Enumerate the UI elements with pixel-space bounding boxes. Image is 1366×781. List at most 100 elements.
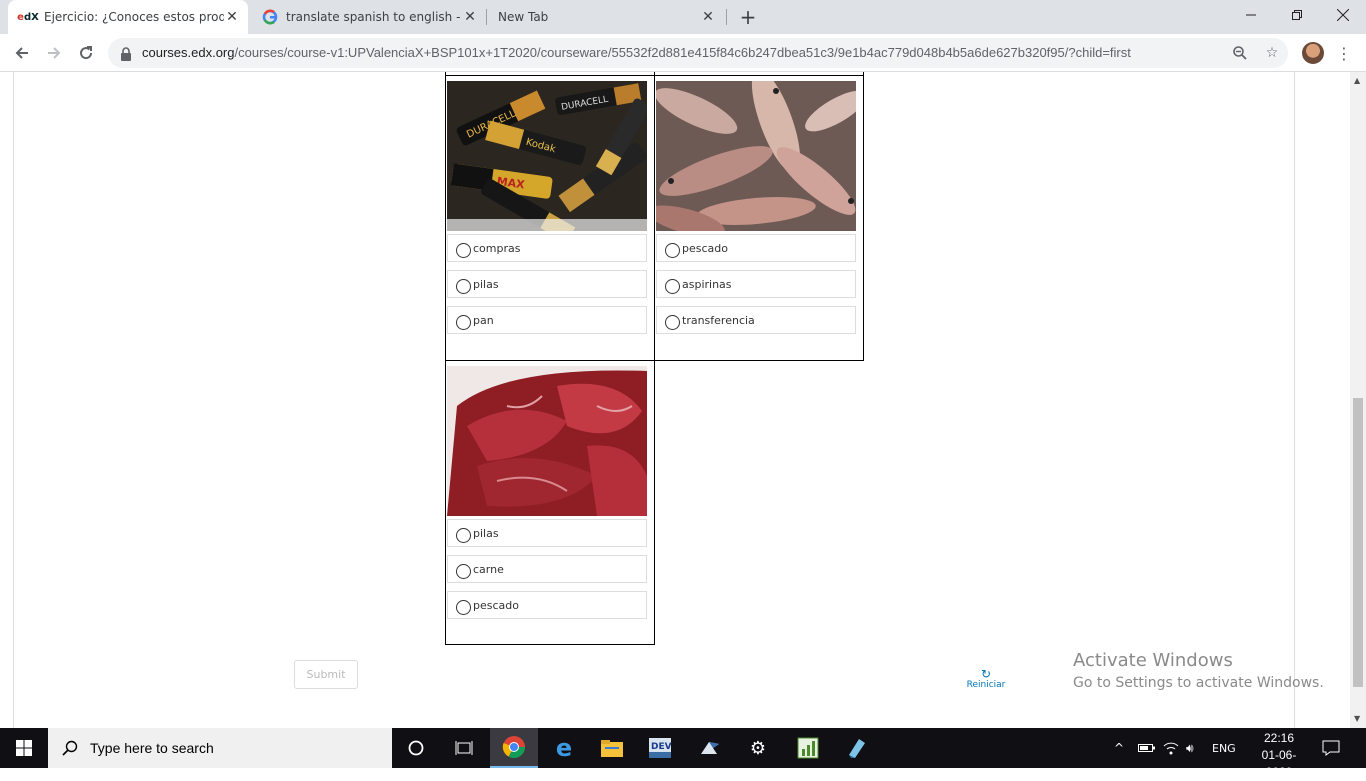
vertical-scrollbar[interactable]: ▲ ▼ xyxy=(1350,72,1366,728)
tab-separator xyxy=(726,9,727,25)
radio-button[interactable] xyxy=(456,278,471,294)
fish-image xyxy=(647,72,867,237)
content-border xyxy=(13,72,14,728)
notepad-app-icon[interactable] xyxy=(832,728,880,768)
windows-start-icon[interactable] xyxy=(0,728,48,768)
option-pilas[interactable]: pilas xyxy=(447,270,647,298)
taskbar-clock[interactable]: 22:16 01-06-2020 xyxy=(1252,730,1306,781)
radio-button[interactable] xyxy=(665,314,680,330)
option-compras[interactable]: compras xyxy=(447,234,647,262)
url-path: /courses/course-v1:UPValenciaX+BSP101x+1… xyxy=(234,45,1131,60)
wifi-icon[interactable] xyxy=(1163,728,1179,768)
settings-gear-icon[interactable]: ⚙ xyxy=(734,728,782,768)
more-menu-icon[interactable]: ⋮ xyxy=(1336,42,1352,64)
browser-toolbar: courses.edx.org/courses/course-v1:UPVale… xyxy=(0,34,1366,72)
option-label: pilas xyxy=(473,277,499,291)
reload-icon[interactable] xyxy=(72,39,100,67)
svg-text:DEV: DEV xyxy=(651,742,672,752)
profile-avatar[interactable] xyxy=(1302,42,1324,64)
quiz-item-fish: pescado aspirinas transferencia xyxy=(647,72,867,361)
option-label: pescado xyxy=(682,241,728,255)
search-placeholder: Type here to search xyxy=(90,740,214,756)
restore-icon[interactable] xyxy=(1274,0,1320,30)
quiz-item-batteries: DURACELL Kodak DURACELL MAX compras pila… xyxy=(445,75,655,361)
edx-icon: e dX xyxy=(17,11,39,23)
content-border xyxy=(1294,72,1295,728)
forward-arrow-icon[interactable] xyxy=(40,39,68,67)
cortana-icon[interactable] xyxy=(392,728,440,768)
close-icon[interactable]: ✕ xyxy=(700,9,716,25)
app-bird-icon[interactable] xyxy=(686,728,734,768)
option-pilas[interactable]: pilas xyxy=(447,519,647,547)
meat-image xyxy=(447,366,647,516)
minimize-icon[interactable] xyxy=(1228,0,1274,30)
address-bar[interactable]: courses.edx.org/courses/course-v1:UPVale… xyxy=(108,38,1288,68)
tab-edx-exercise[interactable]: edX Ejercicio: ¿Conoces estos product ✕ xyxy=(8,0,248,34)
radio-button[interactable] xyxy=(456,314,471,330)
google-icon xyxy=(262,9,278,25)
reset-label: Reiniciar xyxy=(966,680,1006,690)
language-indicator[interactable]: ENG xyxy=(1212,728,1236,768)
watermark-subtitle: Go to Settings to activate Windows. xyxy=(1073,675,1324,691)
option-label: aspirinas xyxy=(682,277,732,291)
clock-time: 22:16 xyxy=(1263,731,1295,745)
refresh-icon: ↻ xyxy=(980,667,992,681)
chart-app-icon[interactable] xyxy=(784,728,832,768)
taskbar-search[interactable]: Type here to search xyxy=(48,728,392,768)
close-icon[interactable]: ✕ xyxy=(224,9,240,25)
option-carne[interactable]: carne xyxy=(447,555,647,583)
tab-strip: edX Ejercicio: ¿Conoces estos product ✕ … xyxy=(0,0,1366,34)
lock-icon xyxy=(120,46,132,61)
volume-icon[interactable]: 🔊︎ xyxy=(1186,728,1194,768)
task-view-icon[interactable] xyxy=(440,728,488,768)
notifications-icon[interactable] xyxy=(1322,728,1340,768)
watermark-title: Activate Windows xyxy=(1073,650,1233,671)
clock-date: 01-06-2020 xyxy=(1261,748,1297,779)
scroll-down-icon[interactable]: ▼ xyxy=(1354,714,1360,723)
edge-icon[interactable]: e xyxy=(540,728,588,768)
option-label: pan xyxy=(473,313,494,327)
option-label: pescado xyxy=(473,598,519,612)
radio-button[interactable] xyxy=(456,599,471,615)
course-page: DURACELL Kodak DURACELL MAX compras pila… xyxy=(0,72,1350,728)
option-pescado[interactable]: pescado xyxy=(447,591,647,619)
file-explorer-icon[interactable] xyxy=(588,728,636,768)
url-text: courses.edx.org/courses/course-v1:UPVale… xyxy=(142,45,1131,60)
battery-icon[interactable] xyxy=(1138,728,1156,768)
reset-button[interactable]: ↻ Reiniciar xyxy=(960,668,1012,690)
chrome-icon[interactable] xyxy=(490,728,538,768)
url-host: courses.edx.org xyxy=(142,45,235,60)
option-pan[interactable]: pan xyxy=(447,306,647,334)
scroll-up-icon[interactable]: ▲ xyxy=(1354,76,1360,85)
dev-cpp-icon[interactable]: DEV xyxy=(636,728,684,768)
option-label: carne xyxy=(473,562,504,576)
option-aspirinas[interactable]: aspirinas xyxy=(656,270,856,298)
new-tab-button[interactable]: + xyxy=(736,5,760,29)
option-pescado[interactable]: pescado xyxy=(656,234,856,262)
radio-button[interactable] xyxy=(456,563,471,579)
radio-button[interactable] xyxy=(665,278,680,294)
tab-separator xyxy=(486,9,487,25)
close-window-icon[interactable] xyxy=(1320,0,1366,30)
option-label: compras xyxy=(473,241,521,255)
tab-title: Ejercicio: ¿Conoces estos product xyxy=(44,10,224,24)
option-transferencia[interactable]: transferencia xyxy=(656,306,856,334)
submit-button[interactable]: Submit xyxy=(294,660,358,689)
close-icon[interactable]: ✕ xyxy=(462,9,478,25)
back-arrow-icon[interactable] xyxy=(8,39,36,67)
radio-button[interactable] xyxy=(456,527,471,543)
zoom-icon[interactable] xyxy=(1230,43,1250,63)
tab-title: translate spanish to english - Goo xyxy=(286,10,462,24)
radio-button[interactable] xyxy=(456,242,471,258)
tab-new-tab[interactable]: New Tab ✕ xyxy=(488,0,724,34)
option-label: pilas xyxy=(473,526,499,540)
radio-button[interactable] xyxy=(665,242,680,258)
tab-title: New Tab xyxy=(498,10,549,24)
windows-taskbar: Type here to search e DEV ⚙ ^ 🔊︎ ENG 22:… xyxy=(0,728,1366,779)
tab-google-translate[interactable]: translate spanish to english - Goo ✕ xyxy=(250,0,486,34)
quiz-item-meat: pilas carne pescado xyxy=(445,360,655,645)
scrollbar-thumb[interactable] xyxy=(1353,398,1363,687)
star-icon[interactable]: ☆ xyxy=(1262,43,1282,63)
activate-windows-watermark: Activate Windows Go to Settings to activ… xyxy=(1073,650,1324,691)
show-hidden-icons-icon[interactable]: ^ xyxy=(1114,728,1124,768)
